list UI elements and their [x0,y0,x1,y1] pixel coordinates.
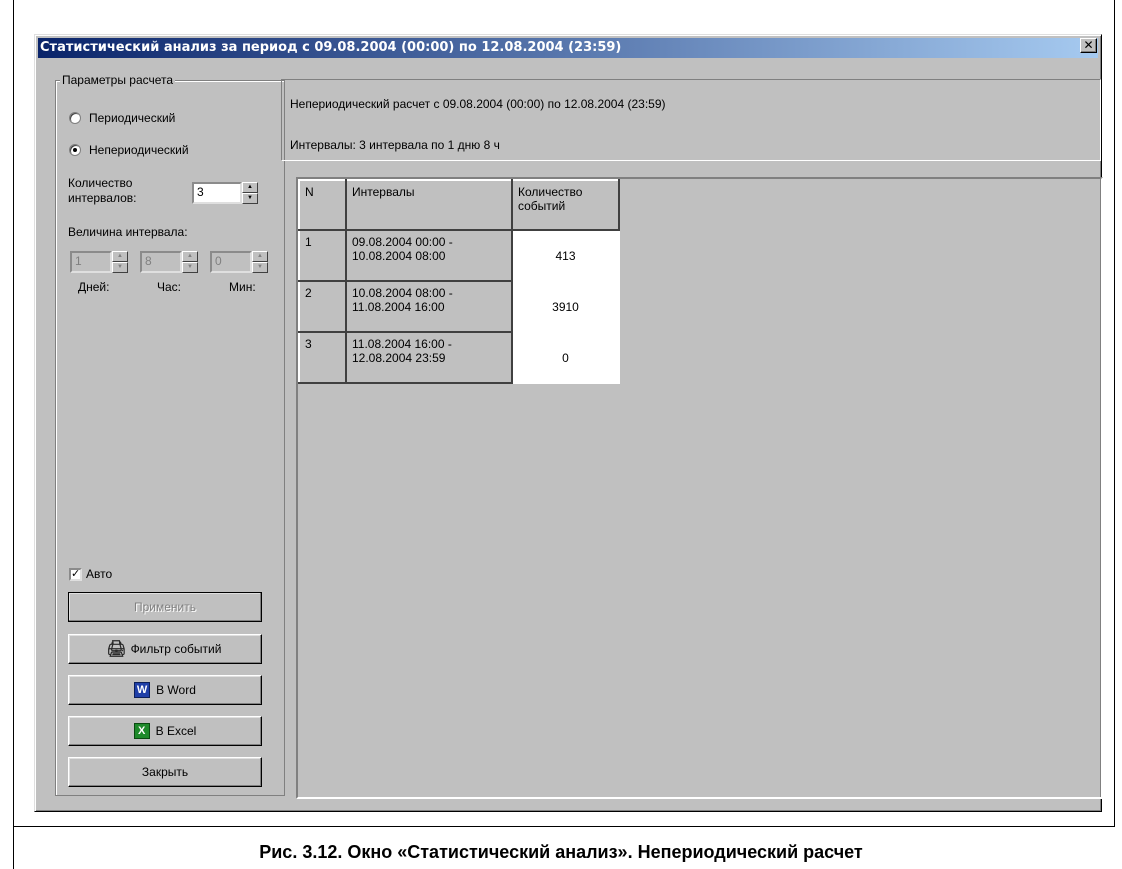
radio-nonperiodic-label: Непериодический [89,143,189,157]
excel-icon: X [133,723,150,739]
export-excel-label: В Excel [155,724,197,738]
printer-icon: 🖨 [106,641,127,658]
interval-count-label-1: Количество [68,176,133,190]
days-field[interactable]: 1 [70,251,112,273]
interval-start: 10.08.2004 08:00 - [352,286,453,300]
interval-start: 09.08.2004 00:00 - [352,235,453,249]
interval-end: 11.08.2004 16:00 [352,300,445,314]
minutes-label: Мин: [229,280,256,294]
column-header-n[interactable]: N [298,179,347,231]
radio-periodic-indicator[interactable] [69,112,81,124]
apply-label: Применить [133,600,196,614]
document-rule [13,826,1115,827]
word-icon: W [134,682,151,698]
table-row[interactable]: 1 09.08.2004 00:00 - 10.08.2004 08:00 41… [298,229,620,282]
auto-label: Авто [86,567,113,581]
close-icon[interactable]: ✕ [1080,38,1097,53]
auto-checkbox[interactable]: ✓ Авто [69,567,112,581]
days-label: Дней: [78,280,110,294]
table-row[interactable]: 2 10.08.2004 08:00 - 11.08.2004 16:00 39… [298,280,620,333]
column-header-intervals[interactable]: Интервалы [345,179,513,231]
days-arrows[interactable]: ▲ ▼ [112,251,128,273]
radio-periodic-label: Периодический [89,111,176,125]
export-word-button[interactable]: W В Word [68,675,262,705]
radio-nonperiodic[interactable]: Непериодический [69,143,189,157]
spin-up-icon[interactable]: ▲ [112,251,128,262]
table-row[interactable]: 3 11.08.2004 16:00 - 12.08.2004 23:59 0 [298,331,620,384]
window-title: Статистический анализ за период с 09.08.… [38,38,1098,58]
days-stepper[interactable]: 1 ▲ ▼ [70,251,128,273]
row-interval: 11.08.2004 16:00 - 12.08.2004 23:59 [345,331,513,384]
row-event-count: 413 [511,229,620,282]
row-event-count: 0 [511,331,620,384]
hours-stepper[interactable]: 8 ▲ ▼ [140,251,198,273]
spin-up-icon[interactable]: ▲ [242,182,258,193]
document-frame-left [13,0,14,869]
document-frame-right [1114,0,1115,826]
spin-down-icon[interactable]: ▼ [252,262,268,273]
minutes-arrows[interactable]: ▲ ▼ [252,251,268,273]
row-interval: 09.08.2004 00:00 - 10.08.2004 08:00 [345,229,513,282]
close-button[interactable]: Закрыть [68,757,262,787]
table-header-row: N Интервалы Количество событий [298,179,620,231]
interval-count-stepper[interactable]: 3 ▲ ▼ [192,182,258,204]
params-legend: Параметры расчета [60,73,176,87]
spin-up-icon[interactable]: ▲ [182,251,198,262]
event-filter-button[interactable]: 🖨 Фильтр событий [68,634,262,664]
row-event-count: 3910 [511,280,620,333]
interval-count-field[interactable]: 3 [192,182,242,204]
close-label: Закрыть [141,765,189,779]
interval-count-arrows[interactable]: ▲ ▼ [242,182,258,204]
interval-end: 10.08.2004 08:00 [352,249,446,263]
interval-end: 12.08.2004 23:59 [352,351,446,365]
radio-nonperiodic-indicator[interactable] [69,144,81,156]
check-icon[interactable]: ✓ [69,567,82,581]
row-number: 2 [298,280,347,333]
minutes-field[interactable]: 0 [210,251,252,273]
column-header-count[interactable]: Количество событий [511,179,620,231]
export-excel-button[interactable]: X В Excel [68,716,262,746]
hours-label: Час: [157,280,182,294]
spin-up-icon[interactable]: ▲ [252,251,268,262]
event-filter-label: Фильтр событий [130,642,222,656]
hours-arrows[interactable]: ▲ ▼ [182,251,198,273]
spin-down-icon[interactable]: ▼ [242,193,258,204]
interval-count-label-2: интервалов: [68,191,137,205]
spin-down-icon[interactable]: ▼ [112,262,128,273]
info-line-2: Интервалы: 3 интервала по 1 дню 8 ч [290,138,500,152]
hours-field[interactable]: 8 [140,251,182,273]
minutes-stepper[interactable]: 0 ▲ ▼ [210,251,268,273]
info-line-1: Непериодический расчет с 09.08.2004 (00:… [290,97,666,111]
apply-button[interactable]: Применить [68,592,262,622]
interval-size-label: Величина интервала: [68,225,188,239]
row-number: 3 [298,331,347,384]
row-number: 1 [298,229,347,282]
row-interval: 10.08.2004 08:00 - 11.08.2004 16:00 [345,280,513,333]
spin-down-icon[interactable]: ▼ [182,262,198,273]
export-word-label: В Word [156,683,196,697]
results-table: N Интервалы Количество событий 1 09.08.2… [298,179,620,384]
figure-caption: Рис. 3.12. Окно «Статистический анализ».… [259,842,863,862]
interval-start: 11.08.2004 16:00 - [352,337,452,351]
radio-periodic[interactable]: Периодический [69,111,175,125]
